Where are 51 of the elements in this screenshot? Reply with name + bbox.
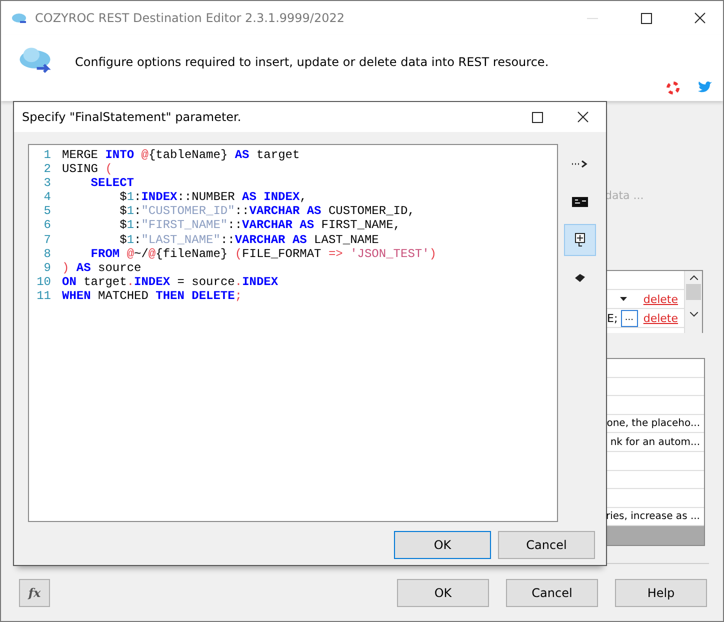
line-number: 9	[42, 260, 51, 275]
line-number: 5	[42, 204, 51, 218]
code-line: $1:"CUSTOMER_ID"::VARCHAR AS CUSTOMER_ID,	[118, 204, 415, 218]
code-line: $1:INDEX::NUMBER AS INDEX,	[118, 190, 307, 204]
cancel-button[interactable]: Cancel	[498, 531, 595, 559]
help-button[interactable]: Help	[615, 578, 707, 606]
delete-link[interactable]: delete	[643, 292, 678, 306]
line-number: 8	[42, 246, 51, 261]
ellipsis-button[interactable]: ...	[620, 310, 638, 326]
line-number: 3	[42, 176, 51, 190]
line-number: 10	[36, 274, 51, 289]
ok-button[interactable]: OK	[397, 578, 489, 606]
caret-icon[interactable]	[620, 297, 627, 301]
line-number: 6	[42, 218, 51, 233]
code-line: $1:"LAST_NAME"::VARCHAR AS LAST_NAME	[118, 232, 379, 247]
code-line: SELECT	[90, 176, 134, 190]
line-number: 1	[42, 148, 51, 162]
line-number: 11	[36, 288, 51, 304]
close-icon[interactable]	[577, 111, 589, 123]
expand-icon	[575, 233, 585, 247]
cancel-button[interactable]: Cancel	[506, 578, 598, 606]
dotted-arrow-icon	[571, 160, 589, 168]
code-line: $1:"FIRST_NAME"::VARCHAR AS FIRST_NAME,	[118, 218, 400, 233]
code-line: USING (	[62, 162, 112, 176]
code-editor[interactable]	[28, 144, 558, 522]
scroll-down-icon[interactable]	[690, 312, 698, 317]
description-text: Configure options required to insert, update or delete data into REST resource.	[75, 55, 549, 69]
code-line: ) AS source	[62, 260, 142, 275]
delete-link[interactable]: delete	[643, 312, 678, 324]
table-cell: E;	[607, 312, 618, 324]
toolbar-button[interactable]	[564, 224, 596, 256]
expression-button[interactable]: fx	[19, 578, 50, 606]
code-line: WHEN MATCHED THEN DELETE;	[62, 288, 242, 304]
close-icon[interactable]	[694, 12, 706, 24]
line-number: 4	[42, 190, 51, 204]
scroll-thumb[interactable]	[686, 284, 701, 300]
line-number: 7	[42, 232, 51, 247]
code-line: MERGE INTO @{tableName} AS target	[62, 148, 300, 162]
line-number: 2	[42, 162, 51, 176]
maximize-icon[interactable]	[640, 12, 652, 24]
maximize-icon[interactable]	[532, 112, 542, 122]
scroll-up-icon[interactable]	[690, 275, 698, 280]
lifebuoy-icon[interactable]	[666, 81, 680, 95]
keyboard-icon	[572, 197, 588, 207]
bird-icon[interactable]	[698, 81, 713, 93]
cloud-icon	[11, 12, 27, 24]
code-line: FROM @~/@{fileName} (FILE_FORMAT => 'JSON_TEST')	[90, 246, 436, 261]
window-title: COZYROC REST Destination Editor 2.3.1.9999/2022	[35, 11, 346, 25]
dialog-title: Specify "FinalStatement" parameter.	[22, 110, 242, 124]
code-line: ON target.INDEX = source.INDEX	[62, 274, 278, 289]
ok-button[interactable]: OK	[394, 531, 491, 559]
